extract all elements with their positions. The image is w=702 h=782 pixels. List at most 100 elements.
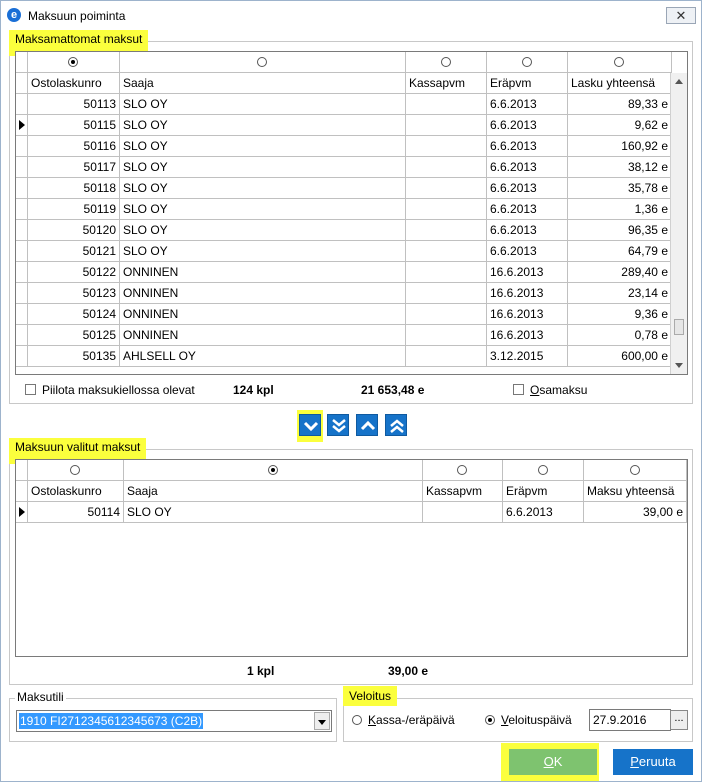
table-cell[interactable]: 50135 xyxy=(28,346,120,367)
sort-radio[interactable] xyxy=(521,57,532,67)
move-down-all-button[interactable] xyxy=(327,414,349,436)
column-header[interactable]: Kassapvm xyxy=(423,481,503,502)
table-cell[interactable] xyxy=(423,502,503,523)
row-indicator[interactable] xyxy=(16,178,28,199)
sort-radio[interactable] xyxy=(537,465,548,475)
row-indicator[interactable] xyxy=(16,502,28,523)
table-cell[interactable]: 1,36 e xyxy=(568,199,672,220)
table-cell[interactable]: 50125 xyxy=(28,325,120,346)
column-header[interactable]: Saaja xyxy=(124,481,423,502)
sort-radio-cell[interactable] xyxy=(503,460,584,481)
sort-radio-cell[interactable] xyxy=(487,52,568,73)
table-cell[interactable]: 6.6.2013 xyxy=(487,94,568,115)
table-cell[interactable] xyxy=(406,115,487,136)
table-cell[interactable]: 50122 xyxy=(28,262,120,283)
sort-radio-cell[interactable] xyxy=(568,52,672,73)
table-cell[interactable]: 600,00 e xyxy=(568,346,672,367)
scroll-up-icon[interactable] xyxy=(675,79,683,84)
table-cell[interactable]: 50114 xyxy=(28,502,124,523)
table-cell[interactable]: SLO OY xyxy=(120,136,406,157)
table-cell[interactable] xyxy=(406,325,487,346)
row-indicator[interactable] xyxy=(16,346,28,367)
table-cell[interactable]: AHLSELL OY xyxy=(120,346,406,367)
table-cell[interactable]: 16.6.2013 xyxy=(487,283,568,304)
table-cell[interactable]: 0,78 e xyxy=(568,325,672,346)
table-cell[interactable]: 23,14 e xyxy=(568,283,672,304)
sort-radio[interactable] xyxy=(70,465,80,475)
table-cell[interactable]: 6.6.2013 xyxy=(487,115,568,136)
row-indicator[interactable] xyxy=(16,94,28,115)
table-cell[interactable] xyxy=(406,178,487,199)
table-cell[interactable] xyxy=(406,94,487,115)
table-cell[interactable]: 6.6.2013 xyxy=(487,199,568,220)
table-cell[interactable]: 89,33 e xyxy=(568,94,672,115)
sort-radio-cell[interactable] xyxy=(584,460,687,481)
table-cell[interactable]: 16.6.2013 xyxy=(487,304,568,325)
table-cell[interactable]: 3.12.2015 xyxy=(487,346,568,367)
table-cell[interactable]: 50118 xyxy=(28,178,120,199)
row-indicator[interactable] xyxy=(16,262,28,283)
row-indicator[interactable] xyxy=(16,220,28,241)
sort-radio[interactable] xyxy=(614,57,624,67)
table-cell[interactable]: 39,00 e xyxy=(584,502,687,523)
row-indicator[interactable] xyxy=(16,157,28,178)
row-indicator[interactable] xyxy=(16,283,28,304)
column-header[interactable]: Kassapvm xyxy=(406,73,487,94)
sort-radio[interactable] xyxy=(257,57,267,67)
table-cell[interactable]: SLO OY xyxy=(120,178,406,199)
scroll-thumb[interactable] xyxy=(674,319,684,335)
column-header[interactable]: Ostolaskunro xyxy=(28,481,124,502)
table-cell[interactable]: ONNINEN xyxy=(120,262,406,283)
vertical-scrollbar[interactable] xyxy=(670,73,687,374)
sort-radio-cell[interactable] xyxy=(423,460,503,481)
table-cell[interactable]: ONNINEN xyxy=(120,304,406,325)
table-cell[interactable]: 16.6.2013 xyxy=(487,325,568,346)
column-header[interactable]: Lasku yhteensä xyxy=(568,73,672,94)
charge-due-date-radio[interactable] xyxy=(352,715,362,725)
table-cell[interactable]: 50115 xyxy=(28,115,120,136)
row-indicator[interactable] xyxy=(16,241,28,262)
ok-button[interactable]: OK xyxy=(509,749,597,775)
table-cell[interactable]: ONNINEN xyxy=(120,325,406,346)
cancel-button[interactable]: Peruuta xyxy=(613,749,693,775)
table-cell[interactable] xyxy=(406,283,487,304)
row-indicator[interactable] xyxy=(16,325,28,346)
table-cell[interactable]: 9,36 e xyxy=(568,304,672,325)
charge-date-input[interactable]: 27.9.2016 xyxy=(589,709,671,731)
table-cell[interactable]: ONNINEN xyxy=(120,283,406,304)
column-header[interactable]: Ostolaskunro xyxy=(28,73,120,94)
table-cell[interactable]: 6.6.2013 xyxy=(487,178,568,199)
row-indicator[interactable] xyxy=(16,115,28,136)
table-cell[interactable]: SLO OY xyxy=(120,220,406,241)
table-cell[interactable]: 35,78 e xyxy=(568,178,672,199)
column-header[interactable]: Eräpvm xyxy=(503,481,584,502)
column-header[interactable]: Eräpvm xyxy=(487,73,568,94)
table-cell[interactable]: 289,40 e xyxy=(568,262,672,283)
table-cell[interactable]: SLO OY xyxy=(120,157,406,178)
table-cell[interactable]: 50117 xyxy=(28,157,120,178)
table-cell[interactable]: 50113 xyxy=(28,94,120,115)
table-cell[interactable]: 50120 xyxy=(28,220,120,241)
column-header[interactable]: Maksu yhteensä xyxy=(584,481,687,502)
table-cell[interactable]: SLO OY xyxy=(120,199,406,220)
table-cell[interactable]: SLO OY xyxy=(120,94,406,115)
table-cell[interactable]: 6.6.2013 xyxy=(487,157,568,178)
table-cell[interactable] xyxy=(406,157,487,178)
table-cell[interactable]: 50116 xyxy=(28,136,120,157)
table-cell[interactable]: 9,62 e xyxy=(568,115,672,136)
move-down-one-button[interactable] xyxy=(299,414,321,436)
table-cell[interactable] xyxy=(406,136,487,157)
move-up-one-button[interactable] xyxy=(356,414,378,436)
table-cell[interactable]: 6.6.2013 xyxy=(487,136,568,157)
table-cell[interactable]: 50119 xyxy=(28,199,120,220)
sort-radio-cell[interactable] xyxy=(124,460,423,481)
sort-radio[interactable] xyxy=(629,465,640,475)
column-header[interactable]: Saaja xyxy=(120,73,406,94)
table-cell[interactable]: 50121 xyxy=(28,241,120,262)
table-cell[interactable] xyxy=(406,241,487,262)
table-cell[interactable] xyxy=(406,346,487,367)
table-cell[interactable]: SLO OY xyxy=(120,115,406,136)
sort-radio-cell[interactable] xyxy=(406,52,487,73)
table-cell[interactable]: 6.6.2013 xyxy=(503,502,584,523)
table-cell[interactable]: 50123 xyxy=(28,283,120,304)
